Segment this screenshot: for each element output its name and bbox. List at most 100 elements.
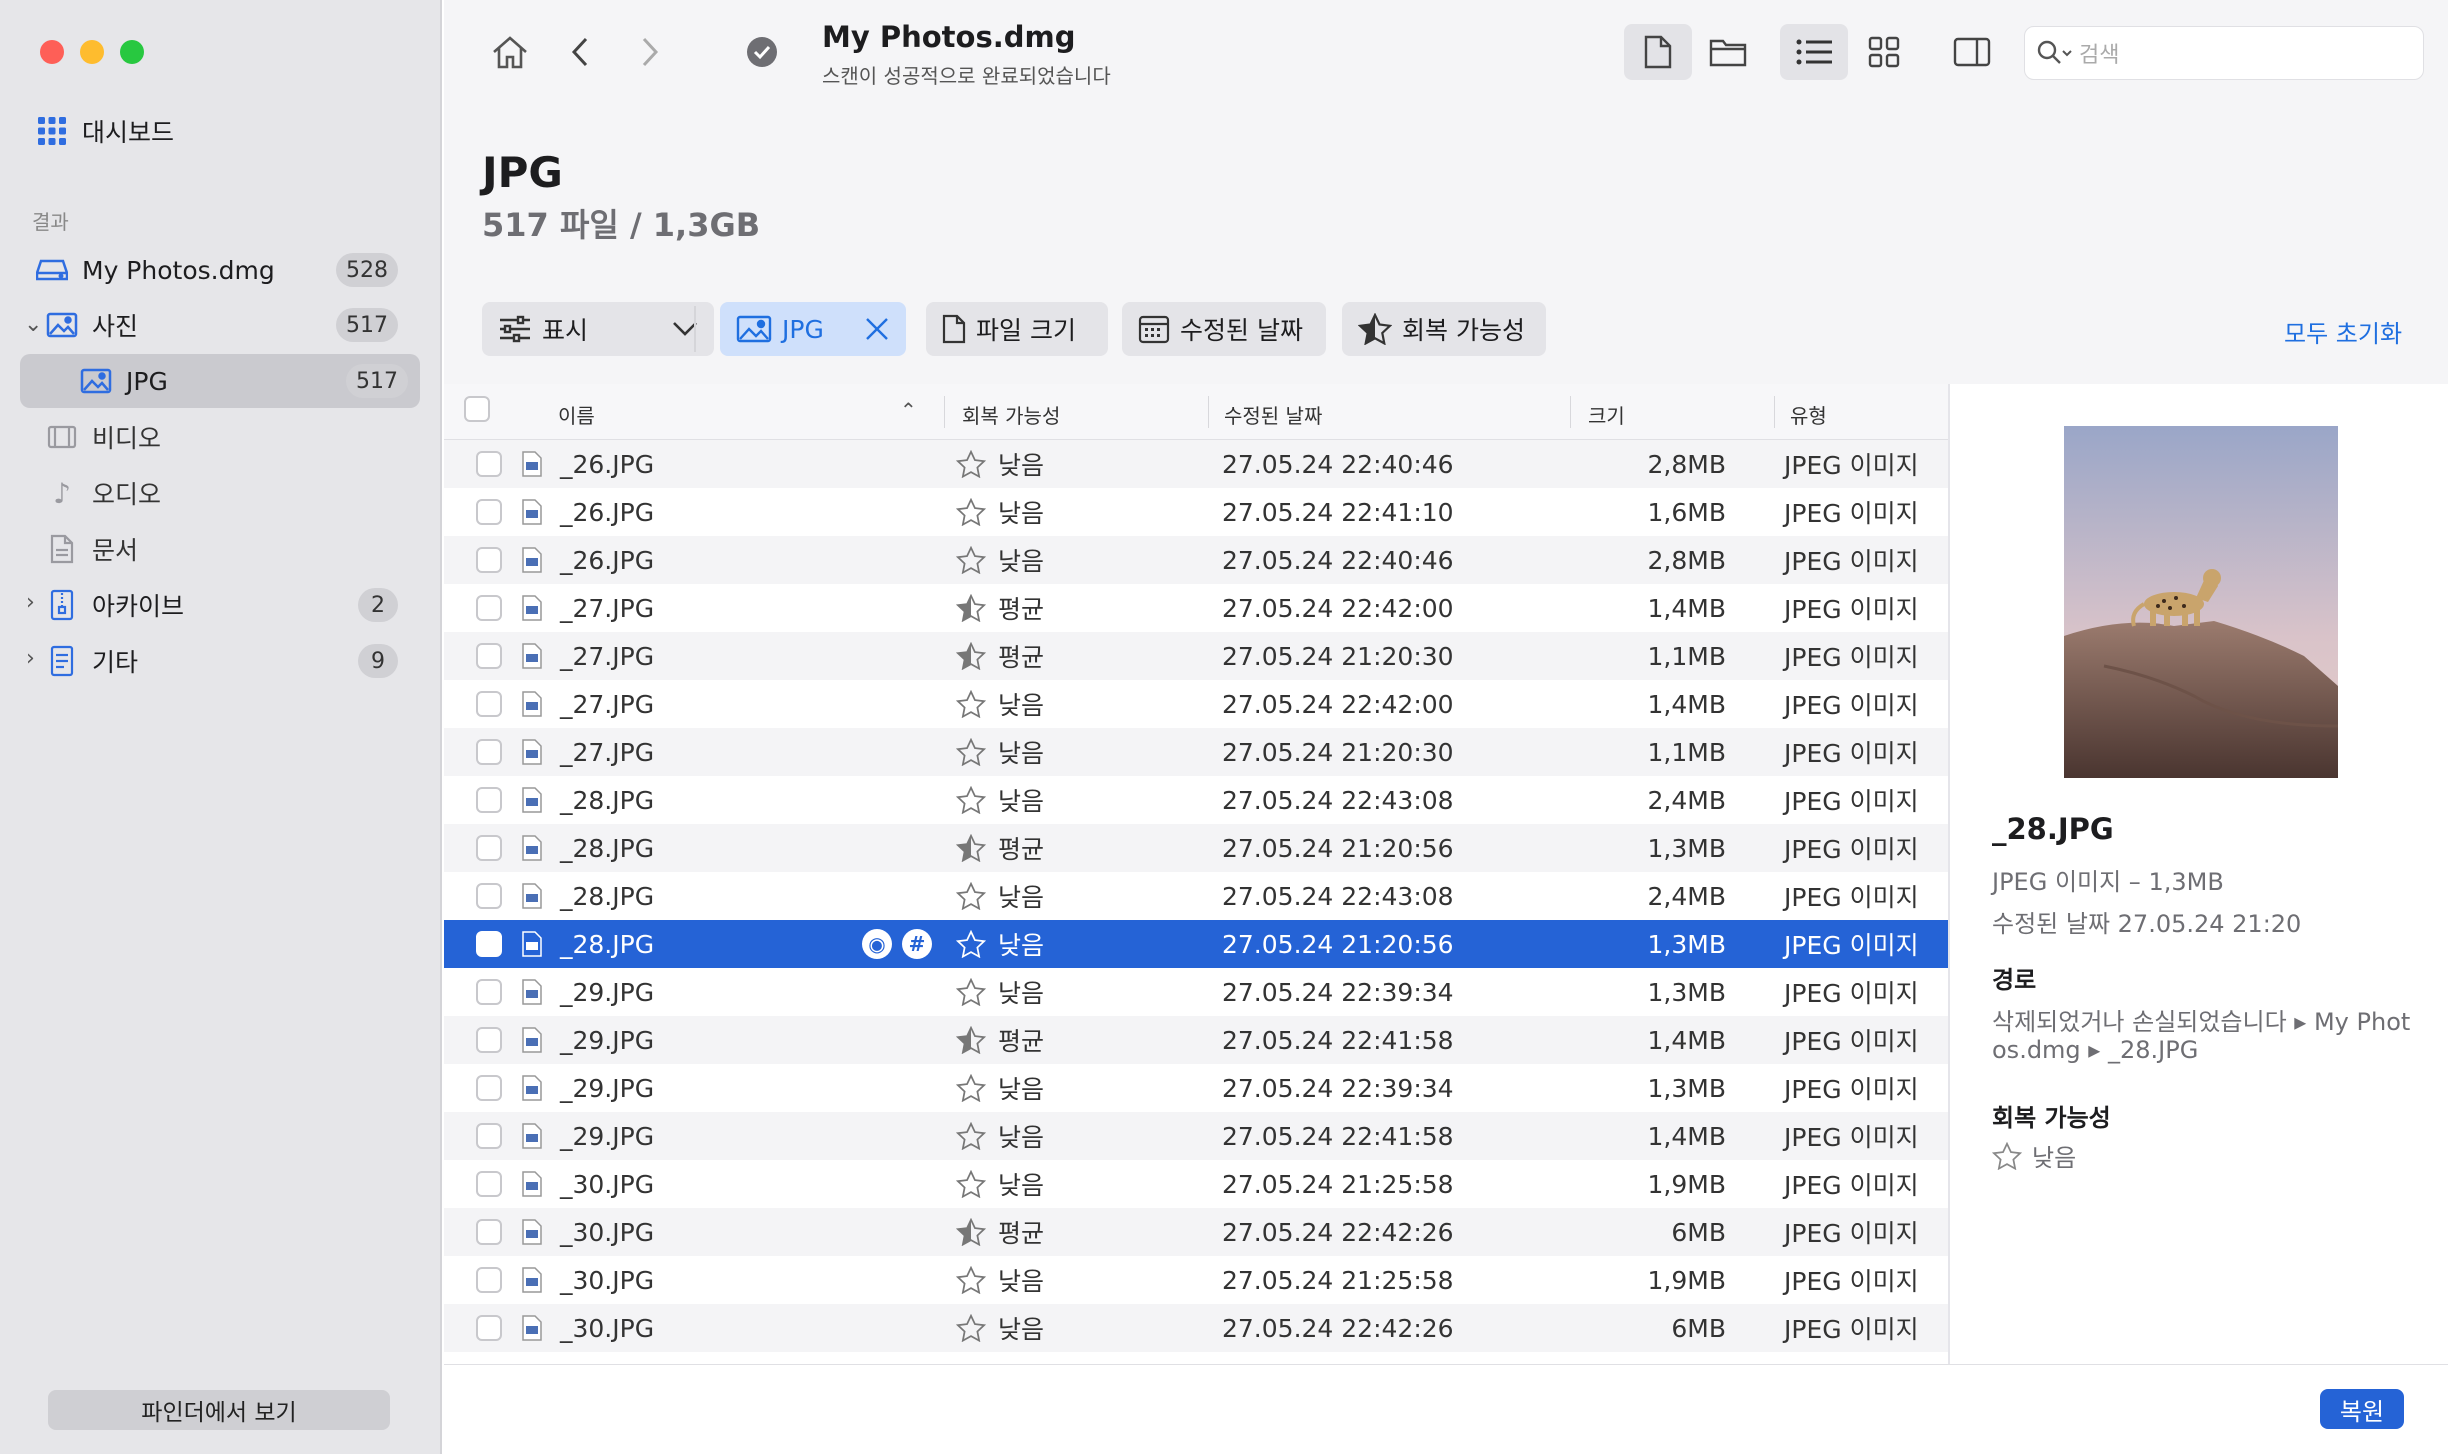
file-type: JPEG 이미지 <box>1784 1219 1919 1248</box>
row-checkbox[interactable] <box>476 536 504 584</box>
grid-view-icon[interactable] <box>1850 24 1918 80</box>
row-checkbox[interactable] <box>476 920 504 968</box>
table-row[interactable]: _26.JPG 낮음 27.05.24 22:40:46 2,8MB JPEG 이미지 <box>444 536 1948 584</box>
sidebar-item-other[interactable]: 기타 9 <box>42 634 410 688</box>
sidebar-item-my-photos-dmg[interactable]: My Photos.dmg 528 <box>32 243 410 297</box>
minimize-window-button[interactable] <box>80 40 104 64</box>
row-checkbox[interactable] <box>476 1256 504 1304</box>
table-row[interactable]: _30.JPG 낮음 27.05.24 21:25:58 1,9MB JPEG 이미지 <box>444 1256 1948 1304</box>
jpg-filter-chip[interactable]: JPG <box>720 302 906 356</box>
row-checkbox[interactable] <box>476 584 504 632</box>
table-row[interactable]: _30.JPG 낮음 27.05.24 21:25:58 1,9MB JPEG 이미지 <box>444 1160 1948 1208</box>
file-view-icon[interactable] <box>1624 24 1692 80</box>
row-checkbox[interactable] <box>476 488 504 536</box>
chevron-right-icon[interactable]: › <box>26 590 35 615</box>
table-row[interactable]: _27.JPG 낮음 27.05.24 22:42:00 1,4MB JPEG 이미지 <box>444 680 1948 728</box>
recovery-text: 낮음 <box>998 1171 1045 1200</box>
reset-all-link[interactable]: 모두 초기화 <box>2284 314 2402 349</box>
chevron-down-icon[interactable]: ⌄ <box>24 312 42 337</box>
row-checkbox[interactable] <box>476 776 504 824</box>
recovery-text: 낮음 <box>998 499 1045 528</box>
jpg-file-icon <box>522 1016 542 1064</box>
zoom-window-button[interactable] <box>120 40 144 64</box>
show-in-finder-button[interactable]: 파인더에서 보기 <box>48 1390 390 1430</box>
sidebar-item-video[interactable]: 비디오 <box>42 410 442 464</box>
row-checkbox[interactable] <box>476 680 504 728</box>
table-header: 이름 ⌃ 회복 가능성 수정된 날짜 크기 유형 <box>444 384 1948 440</box>
modified-date: 27.05.24 22:41:10 <box>1222 497 1454 527</box>
column-header-modified-date[interactable]: 수정된 날짜 <box>1224 400 1322 429</box>
close-window-button[interactable] <box>40 40 64 64</box>
recovery-chance-filter[interactable]: 회복 가능성 <box>1342 302 1546 356</box>
folder-view-icon[interactable] <box>1694 24 1762 80</box>
search-icon <box>2035 38 2073 68</box>
table-row[interactable]: _26.JPG 낮음 27.05.24 22:40:46 2,8MB JPEG 이미지 <box>444 440 1948 488</box>
table-row[interactable]: _30.JPG 평균 27.05.24 22:42:26 6MB JPEG 이미지 <box>444 1208 1948 1256</box>
row-checkbox[interactable] <box>476 1112 504 1160</box>
recovery-cell: 평균 <box>956 632 1044 680</box>
table-row[interactable]: _28.JPG ◉ # 낮음 27.05.24 21:20:56 1,3MB JPEG 이미… <box>444 920 1948 968</box>
recovery-text: 평균 <box>998 643 1045 672</box>
row-checkbox[interactable] <box>476 728 504 776</box>
table-row[interactable]: _28.JPG 낮음 27.05.24 22:43:08 2,4MB JPEG 이미지 <box>444 776 1948 824</box>
home-icon[interactable] <box>484 28 536 76</box>
table-row[interactable]: _29.JPG 낮음 27.05.24 22:39:34 1,3MB JPEG 이미지 <box>444 1064 1948 1112</box>
hash-icon[interactable]: # <box>902 929 932 959</box>
jpg-file-icon <box>522 776 542 824</box>
table-row[interactable]: _26.JPG 낮음 27.05.24 22:41:10 1,6MB JPEG 이미지 <box>444 488 1948 536</box>
row-checkbox[interactable] <box>476 872 504 920</box>
close-icon[interactable] <box>864 316 890 342</box>
show-filter-label: 표시 <box>542 316 589 345</box>
table-row[interactable]: _27.JPG 평균 27.05.24 21:20:30 1,1MB JPEG 이미지 <box>444 632 1948 680</box>
music-note-icon: ♪ <box>53 476 71 510</box>
row-checkbox[interactable] <box>476 440 504 488</box>
restore-button[interactable]: 복원 <box>2320 1389 2404 1429</box>
table-row[interactable]: _30.JPG 낮음 27.05.24 22:42:26 6MB JPEG 이미지 <box>444 1304 1948 1352</box>
table-row[interactable]: _29.JPG 낮음 27.05.24 22:39:34 1,3MB JPEG 이미지 <box>444 968 1948 1016</box>
search-field[interactable]: 검색 <box>2024 26 2424 80</box>
row-checkbox[interactable] <box>476 824 504 872</box>
column-header-name[interactable]: 이름 <box>558 400 595 429</box>
modified-date-filter[interactable]: 수정된 날짜 <box>1122 302 1326 356</box>
file-size-filter[interactable]: 파일 크기 <box>926 302 1108 356</box>
show-filter-dropdown[interactable]: 표시 <box>482 302 714 356</box>
sidebar-item-archive[interactable]: 아카이브 2 <box>42 578 410 632</box>
column-header-type[interactable]: 유형 <box>1790 400 1827 429</box>
back-chevron-icon[interactable] <box>554 28 606 76</box>
row-checkbox[interactable] <box>476 1208 504 1256</box>
archive-icon <box>42 589 82 621</box>
sidebar-item-dashboard[interactable]: 대시보드 <box>32 104 432 158</box>
table-row[interactable]: _27.JPG 평균 27.05.24 22:42:00 1,4MB JPEG 이미지 <box>444 584 1948 632</box>
row-checkbox[interactable] <box>476 632 504 680</box>
table-row[interactable]: _28.JPG 평균 27.05.24 21:20:56 1,3MB JPEG 이미지 <box>444 824 1948 872</box>
divider <box>694 306 696 352</box>
file-type: JPEG 이미지 <box>1784 643 1919 672</box>
table-row[interactable]: _28.JPG 낮음 27.05.24 22:43:08 2,4MB JPEG 이미지 <box>444 872 1948 920</box>
table-row[interactable]: _29.JPG 낮음 27.05.24 22:41:58 1,4MB JPEG 이미지 <box>444 1112 1948 1160</box>
file-type: JPEG 이미지 <box>1784 739 1919 768</box>
column-header-size[interactable]: 크기 <box>1588 400 1625 429</box>
sidebar-item-documents[interactable]: 문서 <box>42 522 442 576</box>
row-checkbox[interactable] <box>476 1016 504 1064</box>
table-row[interactable]: _29.JPG 평균 27.05.24 22:41:58 1,4MB JPEG 이미지 <box>444 1016 1948 1064</box>
row-checkbox[interactable] <box>476 1160 504 1208</box>
file-name: _27.JPG <box>560 641 655 671</box>
jpg-file-icon <box>522 728 542 776</box>
sidebar-toggle-icon[interactable] <box>1938 24 2006 80</box>
file-size: 1,6MB <box>1647 497 1726 527</box>
row-checkbox[interactable] <box>476 968 504 1016</box>
preview-eye-icon[interactable]: ◉ <box>862 929 892 959</box>
forward-chevron-icon[interactable] <box>624 28 676 76</box>
sidebar-item-photos[interactable]: 사진 517 <box>42 298 410 352</box>
row-checkbox[interactable] <box>476 1064 504 1112</box>
sort-ascending-icon[interactable]: ⌃ <box>900 398 917 422</box>
table-row[interactable]: _27.JPG 낮음 27.05.24 21:20:30 1,1MB JPEG 이미지 <box>444 728 1948 776</box>
sidebar-item-jpg[interactable]: JPG 517 <box>20 354 420 408</box>
select-all-checkbox[interactable] <box>464 396 490 422</box>
column-header-recovery[interactable]: 회복 가능성 <box>962 400 1060 429</box>
sidebar-item-audio[interactable]: ♪ 오디오 <box>42 466 442 520</box>
chevron-right-icon[interactable]: › <box>26 646 35 671</box>
recovery-text: 평균 <box>998 595 1045 624</box>
list-view-icon[interactable] <box>1780 24 1848 80</box>
row-checkbox[interactable] <box>476 1304 504 1352</box>
